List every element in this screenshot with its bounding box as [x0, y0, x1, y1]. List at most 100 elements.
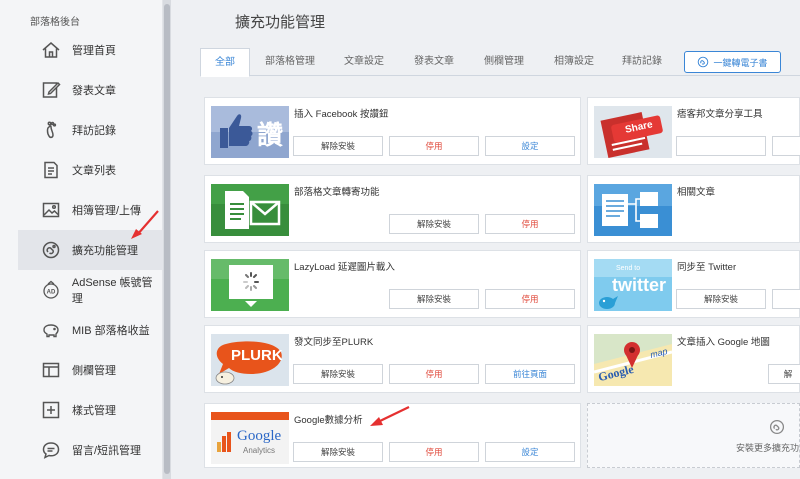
page-title: 擴充功能管理: [235, 14, 326, 31]
mail-document-icon: [211, 184, 289, 236]
card-title: 文章插入 Google 地圖: [677, 337, 770, 348]
tab-post-settings[interactable]: 文章設定: [332, 48, 396, 76]
tab-all[interactable]: 全部: [200, 48, 250, 77]
extension-card-twitter: Send to twitter 同步至 Twitter 解除安裝: [587, 250, 800, 318]
sidebar-item-label: AdSense 帳號管理: [71, 277, 153, 305]
forward-thumbnail: [211, 184, 289, 236]
thumbnail-text: twitter: [612, 275, 666, 295]
disable-button[interactable]: [772, 136, 800, 156]
sidebar-title: 部落格後台: [30, 17, 80, 28]
ebook-button-label: 一鍵轉電子書: [713, 57, 768, 68]
go-to-page-button[interactable]: 前往頁面: [485, 364, 575, 384]
facebook-like-thumbnail: 讚: [211, 106, 289, 158]
uninstall-button[interactable]: 解除安裝: [293, 364, 383, 384]
card-title: Google數據分析: [294, 415, 363, 426]
related-thumbnail: [594, 184, 672, 236]
card-title: 痞客邦文章分享工具: [677, 109, 763, 120]
sidebar-item-label: 擴充功能管理: [72, 245, 138, 257]
disable-button[interactable]: 停用: [485, 214, 575, 234]
annotation-arrow-icon: [370, 406, 410, 426]
card-title: 同步至 Twitter: [677, 262, 737, 273]
chat-icon: [40, 439, 62, 461]
tab-visits[interactable]: 拜訪記錄: [610, 48, 674, 76]
sidebar-item-visits[interactable]: 拜訪記錄: [18, 110, 163, 150]
tab-sidebar[interactable]: 側欄管理: [472, 48, 536, 76]
install-more-extensions[interactable]: 安裝更多擴充功: [587, 403, 800, 468]
thumbnail-subtext: Send to: [616, 265, 641, 272]
uninstall-button[interactable]: 解除安裝: [389, 214, 479, 234]
thumbnail-text: PLURK: [231, 347, 283, 364]
disable-button[interactable]: 停用: [485, 289, 575, 309]
sidebar-item-styles[interactable]: 樣式管理: [18, 390, 163, 430]
sidebar-item-label: 文章列表: [72, 165, 116, 177]
extension-card-lazyload: LazyLoad 延遲圖片載入 解除安裝 停用: [204, 250, 581, 318]
google-analytics-thumbnail: Google Analytics: [211, 412, 289, 464]
uninstall-button[interactable]: 解除安裝: [293, 136, 383, 156]
extension-icon: [40, 239, 62, 261]
annotation-arrow-icon: [131, 210, 159, 239]
sidebar-item-label: 發表文章: [72, 85, 116, 97]
sidebar-layout-icon: [40, 359, 62, 381]
sidebar-item-label: 管理首頁: [72, 45, 116, 57]
extension-card-related: 相關文章: [587, 175, 800, 243]
edit-icon: [40, 79, 62, 101]
disable-button[interactable]: [772, 289, 800, 309]
extension-card-share: Share 痞客邦文章分享工具: [587, 97, 800, 165]
footprint-icon: [40, 119, 62, 141]
share-thumbnail: Share: [594, 106, 672, 158]
thumbnail-text: Google: [237, 428, 282, 444]
extension-icon: [769, 419, 785, 440]
disable-button[interactable]: 停用: [389, 442, 479, 462]
home-icon: [40, 39, 62, 61]
extension-card-plurk: PLURK 發文同步至PLURK 解除安裝 停用 前往頁面: [204, 325, 581, 393]
sidebar-item-new-post[interactable]: 發表文章: [18, 70, 163, 110]
google-map-thumbnail: Google map: [594, 334, 672, 386]
sidebar-nav: 管理首頁 發表文章 拜訪記錄 文章列表 相簿管理/上傳 擴充功能管理 AD Ad…: [18, 30, 163, 470]
tab-publish[interactable]: 發表文章: [402, 48, 466, 76]
lazyload-thumbnail: [211, 259, 289, 311]
related-docs-icon: [594, 184, 672, 236]
extension-card-forward: 部落格文章轉寄功能 解除安裝 停用: [204, 175, 581, 243]
plurk-thumbnail: PLURK: [211, 334, 289, 386]
svg-text:AD: AD: [47, 290, 56, 296]
disable-button[interactable]: 停用: [389, 364, 479, 384]
sidebar-item-label: 留言/短訊管理: [72, 445, 142, 457]
install-more-label: 安裝更多擴充功: [736, 443, 800, 453]
sidebar-item-sidebar-manage[interactable]: 側欄管理: [18, 350, 163, 390]
sidebar-item-post-list[interactable]: 文章列表: [18, 150, 163, 190]
plus-box-icon: [40, 399, 62, 421]
settings-button[interactable]: 設定: [485, 136, 575, 156]
sidebar-item-dashboard[interactable]: 管理首頁: [18, 30, 163, 70]
sidebar-item-label: 拜訪記錄: [72, 125, 116, 137]
uninstall-button[interactable]: [676, 136, 766, 156]
disable-button[interactable]: 停用: [389, 136, 479, 156]
thumbnail-subtext: Analytics: [243, 446, 276, 455]
piggy-bank-icon: [40, 319, 62, 341]
sidebar-item-comments[interactable]: 留言/短訊管理: [18, 430, 163, 470]
uninstall-button[interactable]: 解除安裝: [676, 289, 766, 309]
document-icon: [40, 159, 62, 181]
ebook-button[interactable]: 一鍵轉電子書: [684, 51, 781, 73]
sidebar-item-mib-revenue[interactable]: MIB 部落格收益: [18, 310, 163, 350]
sidebar-scrollbar-thumb[interactable]: [164, 4, 170, 474]
tab-blog-manage[interactable]: 部落格管理: [258, 48, 322, 76]
uninstall-button[interactable]: 解除安裝: [293, 442, 383, 462]
sidebar-item-label: MIB 部落格收益: [72, 325, 150, 337]
extension-icon: [698, 56, 709, 68]
extension-card-google-map: Google map 文章插入 Google 地圖 解: [587, 325, 800, 393]
thumbnail-text: 讚: [257, 121, 284, 151]
settings-button[interactable]: 設定: [485, 442, 575, 462]
card-title: 部落格文章轉寄功能: [294, 187, 380, 198]
adsense-icon: AD: [40, 279, 62, 301]
image-icon: [40, 199, 62, 221]
card-title: 插入 Facebook 按讚鈕: [294, 109, 389, 120]
uninstall-button[interactable]: 解: [768, 364, 800, 384]
tab-album-settings[interactable]: 相簿設定: [542, 48, 606, 76]
sidebar-item-adsense[interactable]: AD AdSense 帳號管理: [18, 270, 163, 310]
uninstall-button[interactable]: 解除安裝: [389, 289, 479, 309]
card-title: 發文同步至PLURK: [294, 337, 374, 348]
loading-spinner-icon: [211, 259, 289, 311]
card-title: 相關文章: [677, 187, 716, 198]
extension-card-facebook: 讚 插入 Facebook 按讚鈕 解除安裝 停用 設定: [204, 97, 581, 165]
sidebar-item-label: 樣式管理: [72, 405, 116, 417]
